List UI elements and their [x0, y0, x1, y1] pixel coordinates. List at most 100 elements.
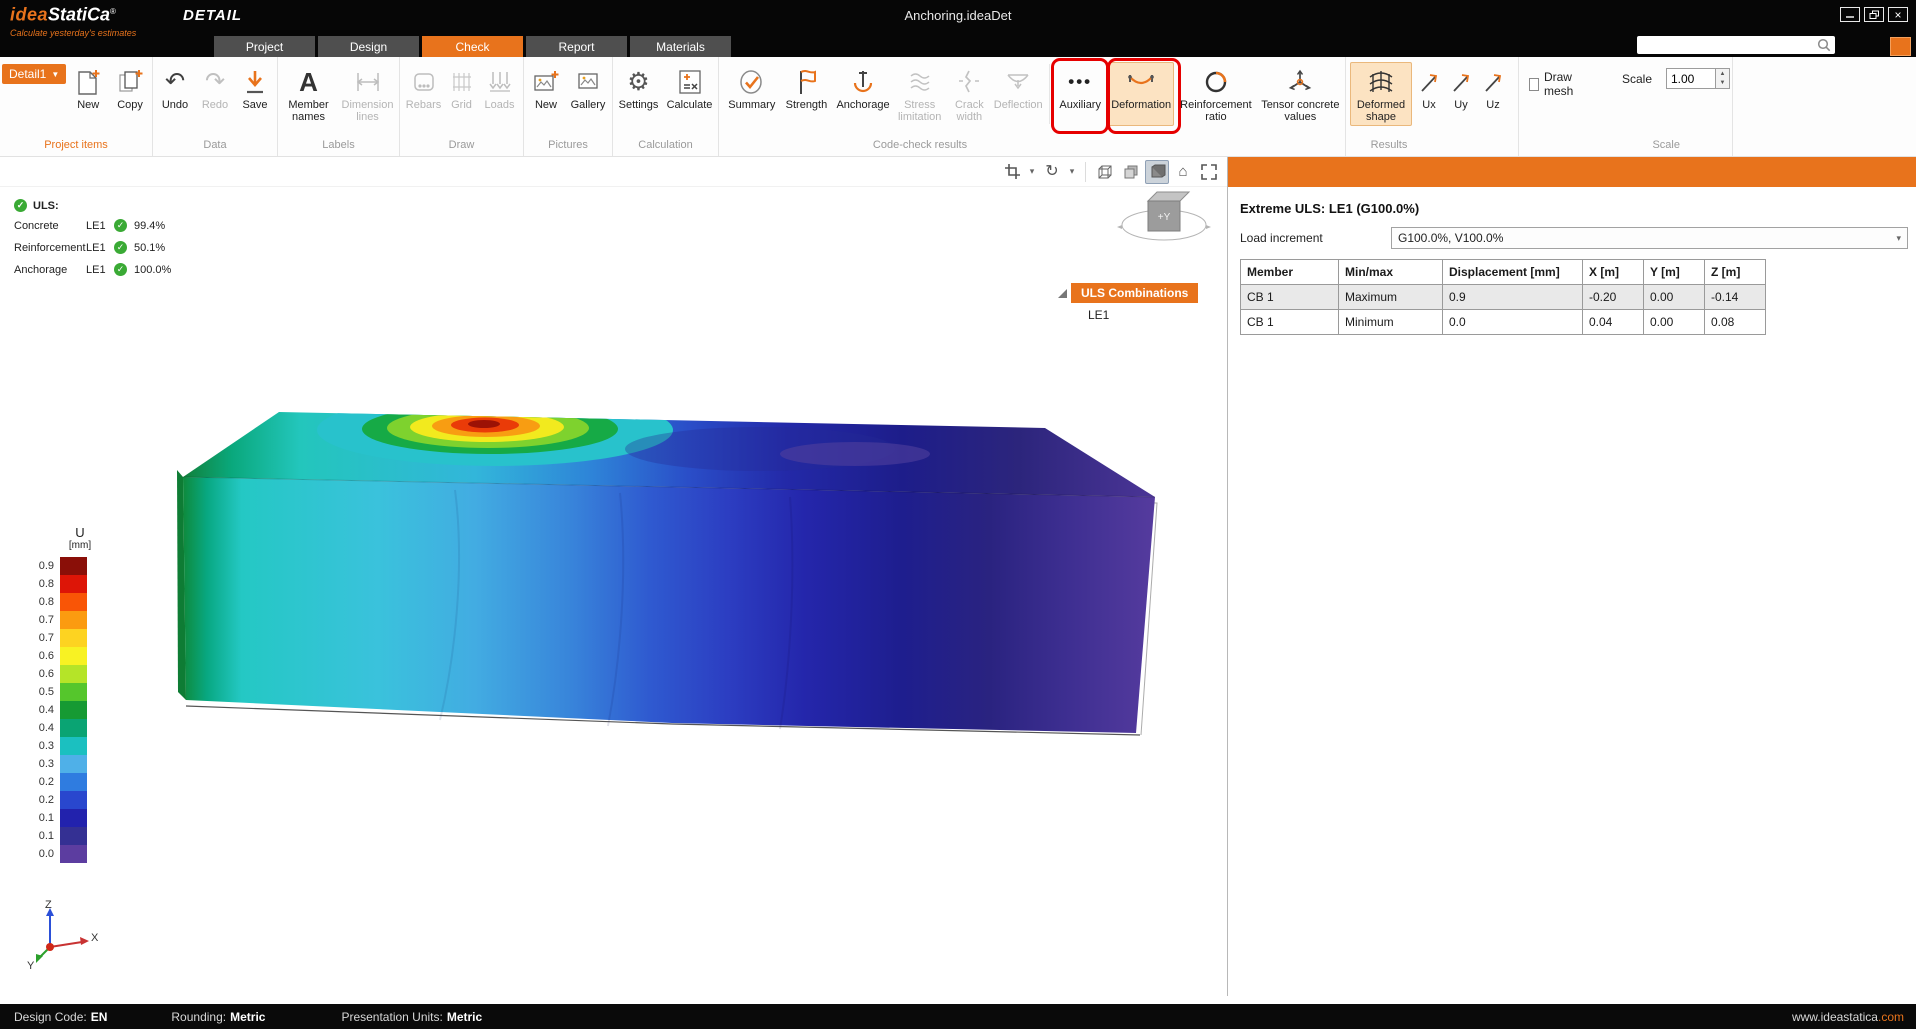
- draw-mesh-checkbox[interactable]: [1529, 78, 1539, 91]
- table-row[interactable]: CB 1Minimum0.00.040.000.08: [1241, 310, 1766, 335]
- wireframe-view-button[interactable]: [1093, 160, 1117, 184]
- legend-row: 0.4: [30, 701, 99, 719]
- rounding-value: Metric: [230, 1010, 265, 1024]
- load-increment-label: Load increment: [1240, 231, 1391, 245]
- spinner-up-icon[interactable]: ▲: [1716, 69, 1729, 79]
- strength-icon: [793, 65, 819, 99]
- ribbon-group-scale: Draw mesh Scale ▲▼ Scale: [1519, 57, 1733, 156]
- new-picture-button[interactable]: New: [527, 62, 565, 126]
- legend-color-cell: [60, 683, 87, 701]
- calculate-button[interactable]: Calculate: [664, 62, 716, 126]
- table-row[interactable]: CB 1Maximum0.9-0.200.00-0.14: [1241, 285, 1766, 310]
- scale-input[interactable]: [1666, 68, 1716, 89]
- grid-button: Grid: [445, 62, 479, 126]
- legend-row: 0.6: [30, 665, 99, 683]
- legend-color-cell: [60, 611, 87, 629]
- detail1-dropdown-button[interactable]: Detail1 ▼: [2, 64, 66, 84]
- reinforcement-ratio-button[interactable]: Reinforcement ratio: [1176, 62, 1255, 126]
- gallery-button[interactable]: Gallery: [567, 62, 609, 126]
- ribbon-group-calculation: ⚙ Settings Calculate Calculation: [613, 57, 719, 156]
- summary-value: 99.4%: [134, 220, 165, 232]
- combination-item-le1[interactable]: LE1: [1088, 308, 1198, 322]
- contour-legend: U [mm] 0.90.80.80.70.70.60.60.50.40.40.3…: [30, 525, 99, 863]
- tab-project[interactable]: Project: [214, 36, 315, 57]
- search-input[interactable]: [1641, 38, 1817, 52]
- restore-icon: [1869, 10, 1880, 20]
- save-button[interactable]: Save: [236, 62, 274, 126]
- view-cube[interactable]: +Y: [1116, 183, 1212, 256]
- website-text: www.ideastatica: [1792, 1010, 1878, 1024]
- button-label: Grid: [451, 99, 472, 111]
- uls-combinations-node[interactable]: ULS Combinations: [1071, 283, 1198, 303]
- rotate-dropdown[interactable]: ▾: [1066, 160, 1078, 184]
- minimize-button[interactable]: [1840, 7, 1860, 22]
- legend-color-cell: [60, 719, 87, 737]
- legend-row: 0.5: [30, 683, 99, 701]
- undo-button[interactable]: ↶ Undo: [156, 62, 194, 126]
- legend-color-cell: [60, 575, 87, 593]
- summary-row-concrete: Concrete LE1 ✓ 99.4%: [14, 219, 171, 232]
- group-label-project-items: Project items: [0, 136, 152, 156]
- tab-design[interactable]: Design: [318, 36, 419, 57]
- summary-item-name: Concrete: [14, 220, 86, 232]
- legend-quantity: U: [66, 525, 94, 540]
- rotate-icon: ↻: [1045, 164, 1058, 180]
- ux-button[interactable]: Ux: [1414, 62, 1444, 126]
- tree-expander-icon[interactable]: [1058, 289, 1067, 298]
- table-cell: CB 1: [1241, 310, 1339, 335]
- new-project-item-button[interactable]: New: [68, 62, 108, 126]
- deformed-shape-button[interactable]: Deformed shape: [1350, 62, 1412, 126]
- table-cell: 0.9: [1443, 285, 1583, 310]
- zoom-extents-button[interactable]: [1197, 160, 1221, 184]
- button-label: Reinforcement ratio: [1178, 99, 1253, 123]
- home-view-button[interactable]: ⌂: [1171, 160, 1195, 184]
- model-canvas[interactable]: ▾ ↻ ▾ ⌂ ✓ULS: Concrete LE1 ✓ 99.4%: [0, 157, 1228, 996]
- rotate-view-button[interactable]: ↻: [1040, 160, 1064, 184]
- shaded-view-button[interactable]: [1145, 160, 1169, 184]
- axis-z-label: Z: [45, 899, 52, 911]
- ribbon-group-pictures: New Gallery Pictures: [524, 57, 613, 156]
- spinner-down-icon[interactable]: ▼: [1716, 79, 1729, 89]
- reinforcement-ratio-icon: [1203, 65, 1229, 99]
- anchorage-button[interactable]: Anchorage: [834, 62, 892, 126]
- table-cell: 0.08: [1705, 310, 1766, 335]
- settings-button[interactable]: ⚙ Settings: [616, 62, 662, 126]
- solid-view-button[interactable]: [1119, 160, 1143, 184]
- tensor-axes-icon: [1286, 65, 1314, 99]
- button-label: Redo: [202, 99, 228, 111]
- deformation-button[interactable]: Deformation: [1108, 62, 1174, 126]
- strength-button[interactable]: Strength: [781, 62, 833, 126]
- table-cell: 0.00: [1644, 285, 1705, 310]
- uy-button[interactable]: Uy: [1446, 62, 1476, 126]
- website-link[interactable]: www.ideastatica.com: [1792, 1010, 1904, 1024]
- uy-icon: [1450, 65, 1472, 99]
- group-label-results: Results: [1346, 136, 1432, 156]
- copy-project-item-button[interactable]: Copy: [110, 62, 150, 126]
- table-cell: CB 1: [1241, 285, 1339, 310]
- legend-unit: [mm]: [61, 540, 99, 551]
- member-names-button[interactable]: A Member names: [281, 62, 337, 126]
- uz-button[interactable]: Uz: [1478, 62, 1508, 126]
- auxiliary-button[interactable]: ••• Auxiliary: [1056, 62, 1104, 126]
- legend-row: 0.3: [30, 755, 99, 773]
- deflection-button: Deflection: [993, 62, 1043, 126]
- summary-button[interactable]: Summary: [725, 62, 779, 126]
- restore-button[interactable]: [1864, 7, 1884, 22]
- legend-color-cell: [60, 737, 87, 755]
- chevron-down-icon: ▾: [1896, 233, 1901, 244]
- tab-report[interactable]: Report: [526, 36, 627, 57]
- tab-materials[interactable]: Materials: [630, 36, 731, 57]
- accent-corner-button[interactable]: [1890, 37, 1911, 56]
- crop-view-button[interactable]: [1000, 160, 1024, 184]
- button-label: Strength: [786, 99, 828, 111]
- button-label: Save: [242, 99, 267, 111]
- tensor-concrete-values-button[interactable]: Tensor concrete values: [1258, 62, 1343, 126]
- summary-row-anchorage: Anchorage LE1 ✓ 100.0%: [14, 263, 171, 276]
- close-button[interactable]: ×: [1888, 7, 1908, 22]
- tab-check[interactable]: Check: [422, 36, 523, 57]
- load-increment-dropdown[interactable]: G100.0%, V100.0% ▾: [1391, 227, 1908, 249]
- summary-row-reinforcement: Reinforcement LE1 ✓ 50.1%: [14, 241, 171, 254]
- legend-color-cell: [60, 647, 87, 665]
- crop-dropdown[interactable]: ▾: [1026, 160, 1038, 184]
- stress-limitation-button: Stress limitation: [894, 62, 946, 126]
